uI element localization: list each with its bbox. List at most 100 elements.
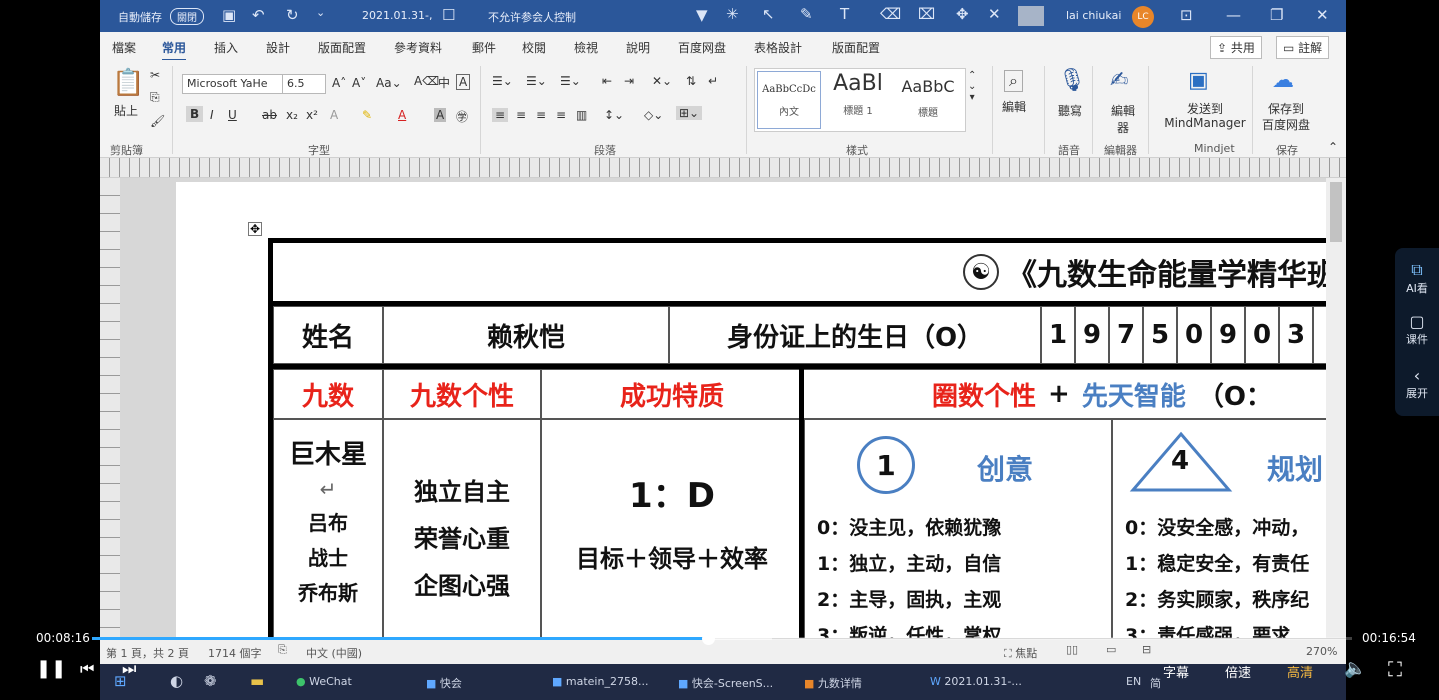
clear-icon[interactable]: ⌧ (918, 5, 935, 23)
font-color-icon[interactable]: A (398, 108, 406, 122)
comments-button[interactable]: ▭ 註解 (1276, 36, 1330, 59)
restore-icon[interactable]: ❐ (1270, 6, 1283, 24)
tab-references[interactable]: 參考資料 (394, 39, 442, 56)
increase-indent-icon[interactable]: ⇥ (624, 74, 634, 88)
tab-mailings[interactable]: 郵件 (472, 39, 496, 56)
customize-toolbar-icon[interactable]: ⌄ (316, 6, 325, 19)
superscript-icon[interactable]: x² (306, 108, 318, 122)
user-avatar[interactable]: LC (1132, 6, 1154, 28)
tab-baidu[interactable]: 百度网盘 (678, 39, 726, 56)
style-normal[interactable]: AaBbCcDc 內文 (757, 71, 821, 129)
char-border-icon[interactable]: A (456, 74, 471, 90)
justify-icon[interactable]: ≡ (556, 108, 566, 122)
shrink-font-icon[interactable]: A˅ (352, 76, 366, 90)
style-title[interactable]: AaBbC 標題 (893, 71, 963, 119)
tab-view[interactable]: 檢視 (574, 39, 598, 56)
format-painter-icon[interactable]: 🖌 (150, 114, 165, 128)
text-tool-icon[interactable]: T (840, 5, 849, 23)
distributed-icon[interactable]: ▥ (576, 108, 587, 122)
next-icon[interactable]: ⏭ (122, 659, 136, 679)
grow-font-icon[interactable]: A˄ (332, 76, 346, 90)
progress-knob[interactable] (702, 632, 716, 645)
minimize-icon[interactable]: — (1226, 6, 1241, 24)
redo-icon[interactable]: ↻ (286, 6, 299, 24)
autosave-toggle[interactable]: 關閉 (170, 8, 204, 25)
document-page[interactable]: ✥ ☯ 《九数生命能量学精华班 姓名 赖秋恺 身份证上的生日（O） 1 9 7 … (176, 182, 1343, 647)
editor-label[interactable]: 編輯器 (1106, 102, 1140, 136)
phonetic-icon[interactable]: 中 (438, 74, 450, 91)
numbering-icon[interactable]: ☰⌄ (526, 74, 547, 88)
underline-icon[interactable]: U (228, 108, 237, 122)
mindmanager-label2[interactable]: MindManager (1162, 116, 1248, 130)
sort-icon[interactable]: ⇅ (686, 74, 696, 88)
decrease-indent-icon[interactable]: ⇤ (602, 74, 612, 88)
enclose-char-icon[interactable]: ㊫ (456, 108, 468, 125)
asian-layout-icon[interactable]: ✕⌄ (652, 74, 672, 88)
ai-watch-button[interactable]: ⧉ AI看 (1395, 260, 1439, 296)
char-shading-icon[interactable]: A (434, 108, 447, 122)
baidu-cloud-icon[interactable]: ☁ (1272, 68, 1294, 93)
strike-icon[interactable]: ab (262, 108, 277, 122)
tab-help[interactable]: 說明 (626, 39, 650, 56)
eraser-icon[interactable]: ⌫ (880, 5, 901, 23)
share-button[interactable]: ⇪ 共用 (1210, 36, 1262, 59)
copy-icon[interactable]: ⎘ (150, 90, 160, 105)
table-move-handle-icon[interactable]: ✥ (248, 222, 263, 236)
baidu-label1[interactable]: 保存到 (1260, 100, 1312, 117)
paste-icon[interactable]: 📋 (112, 68, 144, 98)
baidu-label2[interactable]: 百度网盘 (1260, 116, 1312, 133)
pause-icon[interactable]: ❚❚ (36, 658, 66, 679)
multilevel-icon[interactable]: ☰⌄ (560, 74, 581, 88)
expand-button[interactable]: ‹ 展开 (1395, 366, 1439, 401)
document-area[interactable]: ✥ ☯ 《九数生命能量学精华班 姓名 赖秋恺 身份证上的生日（O） 1 9 7 … (120, 178, 1343, 647)
tab-layout[interactable]: 版面配置 (318, 39, 366, 56)
tab-table-layout[interactable]: 版面配置 (832, 39, 880, 56)
tab-design[interactable]: 設計 (266, 39, 290, 56)
style-heading1[interactable]: AaBl 標題 1 (825, 71, 891, 117)
pen-icon[interactable]: ✎ (800, 5, 813, 23)
ribbon-display-icon[interactable]: ⊡ (1180, 6, 1193, 24)
vertical-ruler[interactable] (100, 178, 120, 638)
tab-file[interactable]: 檔案 (112, 39, 136, 56)
video-player[interactable]: 自動儲存 關閉 ▣ ↶ ↻ ⌄ 2021.01.31-, ☐ 不允许参会人控制 … (0, 0, 1439, 700)
bold-icon[interactable]: B (186, 106, 204, 122)
line-spacing-icon[interactable]: ↕⌄ (604, 108, 624, 122)
align-center-icon[interactable]: ≡ (516, 108, 526, 122)
progress-bar[interactable] (92, 632, 1352, 645)
dropdown-icon[interactable]: ▼ (696, 6, 708, 24)
speed-button[interactable]: 倍速 (1225, 662, 1251, 681)
close-annotation-icon[interactable]: ✕ (988, 5, 1001, 23)
volume-icon[interactable]: 🔈 (1344, 658, 1366, 679)
quality-button[interactable]: 高清 (1287, 662, 1313, 681)
fullscreen-icon[interactable]: ⛶ (1388, 657, 1402, 681)
editor-icon[interactable]: ✍ (1110, 68, 1128, 93)
tab-review[interactable]: 校閱 (522, 39, 546, 56)
font-size-box[interactable]: 6.5 (282, 74, 326, 94)
horizontal-ruler[interactable] (100, 158, 1346, 178)
scroll-thumb[interactable] (1330, 182, 1342, 242)
tab-insert[interactable]: 插入 (214, 39, 238, 56)
change-case-icon[interactable]: Aa⌄ (376, 76, 402, 90)
undo-icon[interactable]: ↶ (252, 6, 265, 24)
edit-label[interactable]: 編輯 (1002, 98, 1026, 115)
shading-icon[interactable]: ◇⌄ (644, 108, 663, 122)
search-icon[interactable]: ⌕ (1004, 70, 1023, 92)
tab-home[interactable]: 常用 (162, 39, 187, 61)
align-left-icon[interactable]: ≡ (492, 108, 509, 122)
text-effects-icon[interactable]: A (330, 108, 338, 122)
save-icon[interactable]: ▣ (222, 6, 236, 24)
highlight-icon[interactable]: ✎ (362, 108, 372, 122)
mindmanager-label1[interactable]: 发送到 (1170, 100, 1240, 117)
previous-icon[interactable]: ⏮ (80, 659, 94, 679)
bullets-icon[interactable]: ☰⌄ (492, 74, 513, 88)
clear-format-icon[interactable]: A⌫ (414, 74, 439, 88)
show-marks-icon[interactable]: ↵ (708, 74, 718, 88)
subtitle-button[interactable]: 字幕 (1163, 662, 1189, 681)
subscript-icon[interactable]: x₂ (286, 108, 298, 122)
courseware-button[interactable]: ▢ 课件 (1395, 312, 1439, 347)
italic-icon[interactable]: I (210, 108, 214, 122)
vertical-scrollbar[interactable] (1326, 178, 1346, 638)
microphone-icon[interactable]: 🎙 (1058, 68, 1086, 93)
borders-icon[interactable]: ⊞⌄ (676, 106, 703, 120)
collapse-ribbon-icon[interactable]: ⌃ (1328, 140, 1338, 154)
